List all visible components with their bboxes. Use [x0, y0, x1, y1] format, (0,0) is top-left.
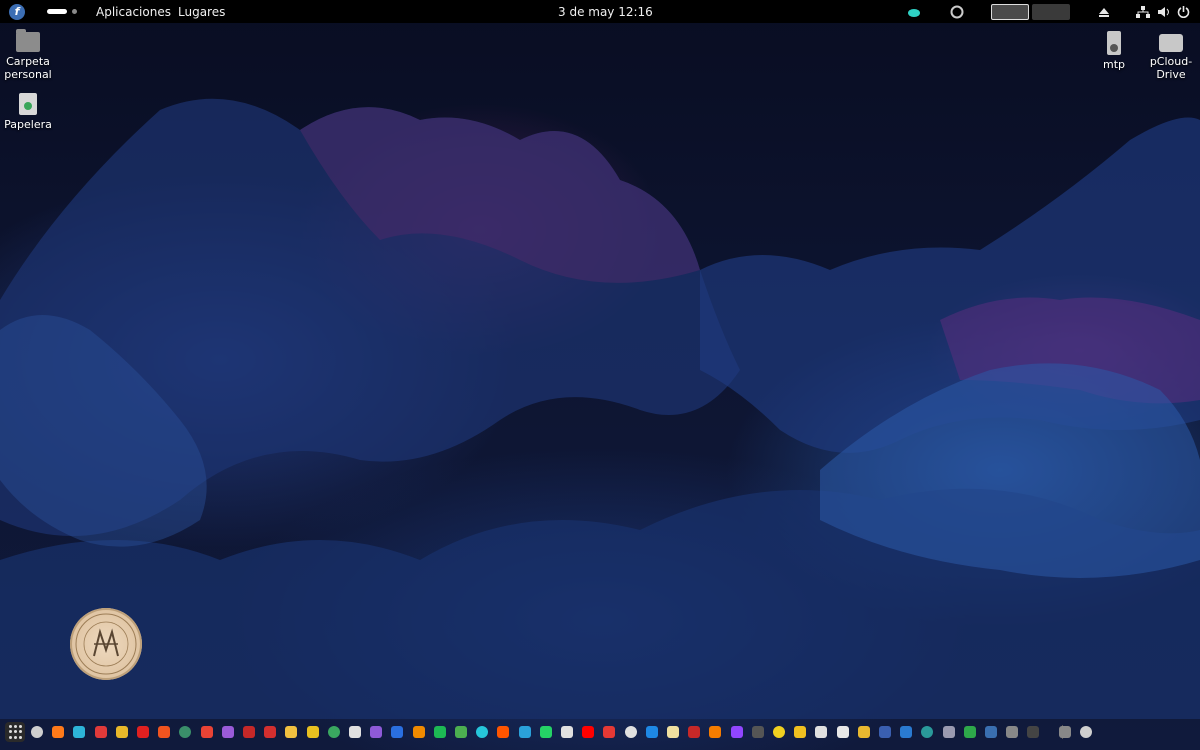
tiktok-icon[interactable] — [561, 726, 573, 738]
app-icon[interactable] — [752, 726, 764, 738]
network-icon[interactable] — [1136, 0, 1150, 23]
monogram-seal-graphic — [75, 613, 137, 675]
trash-label: Papelera — [4, 118, 52, 131]
app-icon[interactable] — [964, 726, 976, 738]
mail-icon[interactable] — [222, 726, 234, 738]
app-icon[interactable] — [370, 726, 382, 738]
app-icon[interactable] — [179, 726, 191, 738]
spotify-icon[interactable] — [434, 726, 446, 738]
drive-icon — [1159, 34, 1183, 52]
app-icon[interactable] — [794, 726, 806, 738]
vivaldi-icon[interactable] — [95, 726, 107, 738]
app-icon[interactable] — [328, 726, 340, 738]
sync-icon[interactable] — [950, 0, 964, 23]
window-preview-1[interactable] — [991, 0, 1029, 23]
clock[interactable]: 3 de may 12:16 — [558, 0, 653, 23]
desktop: f Aplicaciones Lugares 3 de may 12:16 Ca… — [0, 0, 1200, 750]
app-icon[interactable] — [391, 726, 403, 738]
notes-icon[interactable] — [285, 726, 297, 738]
app-icon[interactable] — [879, 726, 891, 738]
phone-icon[interactable] — [1059, 726, 1071, 738]
app-icon[interactable] — [603, 726, 615, 738]
pcloud-label-line2: Drive — [1156, 68, 1186, 81]
whatsapp-icon[interactable] — [540, 726, 552, 738]
show-apps-button[interactable] — [5, 722, 25, 742]
app-icon[interactable] — [858, 726, 870, 738]
app-icon[interactable] — [900, 726, 912, 738]
cloud-icon[interactable] — [907, 0, 921, 23]
window-preview-2[interactable] — [1032, 0, 1070, 23]
obs-icon[interactable] — [31, 726, 43, 738]
opera-icon[interactable] — [137, 726, 149, 738]
app-icon[interactable] — [476, 726, 488, 738]
twitch-icon[interactable] — [731, 726, 743, 738]
app-icon[interactable] — [667, 726, 679, 738]
mtp-label: mtp — [1102, 58, 1125, 71]
app-icon[interactable] — [688, 726, 700, 738]
pcloud-drive-shortcut[interactable]: pCloud- Drive — [1141, 31, 1200, 81]
mtp-device-shortcut[interactable]: mtp — [1084, 31, 1144, 71]
folder-icon[interactable] — [943, 726, 955, 738]
media-player-icon — [1107, 31, 1121, 55]
power-icon[interactable] — [1177, 0, 1190, 23]
telegram-icon[interactable] — [519, 726, 531, 738]
brave-icon[interactable] — [158, 726, 170, 738]
home-folder-label-line2: personal — [4, 68, 52, 81]
activities-button[interactable]: f — [9, 0, 25, 23]
eject-icon[interactable] — [1098, 0, 1110, 23]
active-workspace-pill[interactable] — [47, 9, 67, 14]
app-icon[interactable] — [773, 726, 785, 738]
trash-icon — [19, 93, 37, 115]
app-icon[interactable] — [646, 726, 658, 738]
app-icon[interactable] — [709, 726, 721, 738]
trash-icon[interactable] — [1080, 726, 1092, 738]
app-icon[interactable] — [455, 726, 467, 738]
fedora-logo-icon: f — [9, 3, 25, 20]
m-icon[interactable] — [625, 726, 637, 738]
pcloud-label-line1: pCloud- — [1149, 55, 1193, 68]
places-menu[interactable]: Lugares — [178, 0, 225, 23]
volume-icon[interactable] — [1157, 0, 1171, 23]
app-icon[interactable] — [815, 726, 827, 738]
app-icon[interactable] — [921, 726, 933, 738]
monogram-seal — [70, 608, 142, 680]
play-icon[interactable] — [349, 726, 361, 738]
soundcloud-icon[interactable] — [497, 726, 509, 738]
terminal-icon[interactable] — [1027, 726, 1039, 738]
home-folder-label-line1: Carpeta — [6, 55, 50, 68]
app-icon[interactable] — [243, 726, 255, 738]
top-bar: f Aplicaciones Lugares 3 de may 12:16 — [0, 0, 1200, 23]
youtube-icon[interactable] — [582, 726, 594, 738]
trash-shortcut[interactable]: Papelera — [0, 93, 58, 131]
app-icon[interactable] — [1006, 726, 1018, 738]
applications-menu[interactable]: Aplicaciones — [96, 0, 171, 23]
app-icon[interactable] — [837, 726, 849, 738]
wallpaper — [0, 98, 1200, 719]
typora-icon[interactable] — [264, 726, 276, 738]
workspace-indicator[interactable] — [47, 0, 77, 23]
home-folder-icon — [16, 29, 40, 52]
chrome-icon[interactable] — [116, 726, 128, 738]
edge-icon[interactable] — [73, 726, 85, 738]
vlc-icon[interactable] — [413, 726, 425, 738]
app-icon[interactable] — [985, 726, 997, 738]
inactive-workspace-dot[interactable] — [72, 9, 77, 14]
firefox-icon[interactable] — [52, 726, 64, 738]
gmail-icon[interactable] — [201, 726, 213, 738]
home-folder-shortcut[interactable]: Carpeta personal — [0, 29, 58, 81]
app-icon[interactable] — [307, 726, 319, 738]
